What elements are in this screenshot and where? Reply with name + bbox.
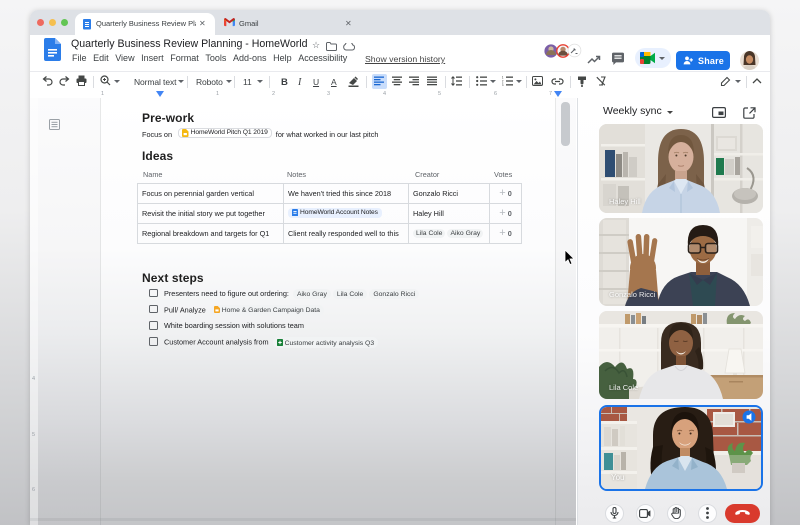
svg-text:3: 3 <box>502 83 504 86</box>
